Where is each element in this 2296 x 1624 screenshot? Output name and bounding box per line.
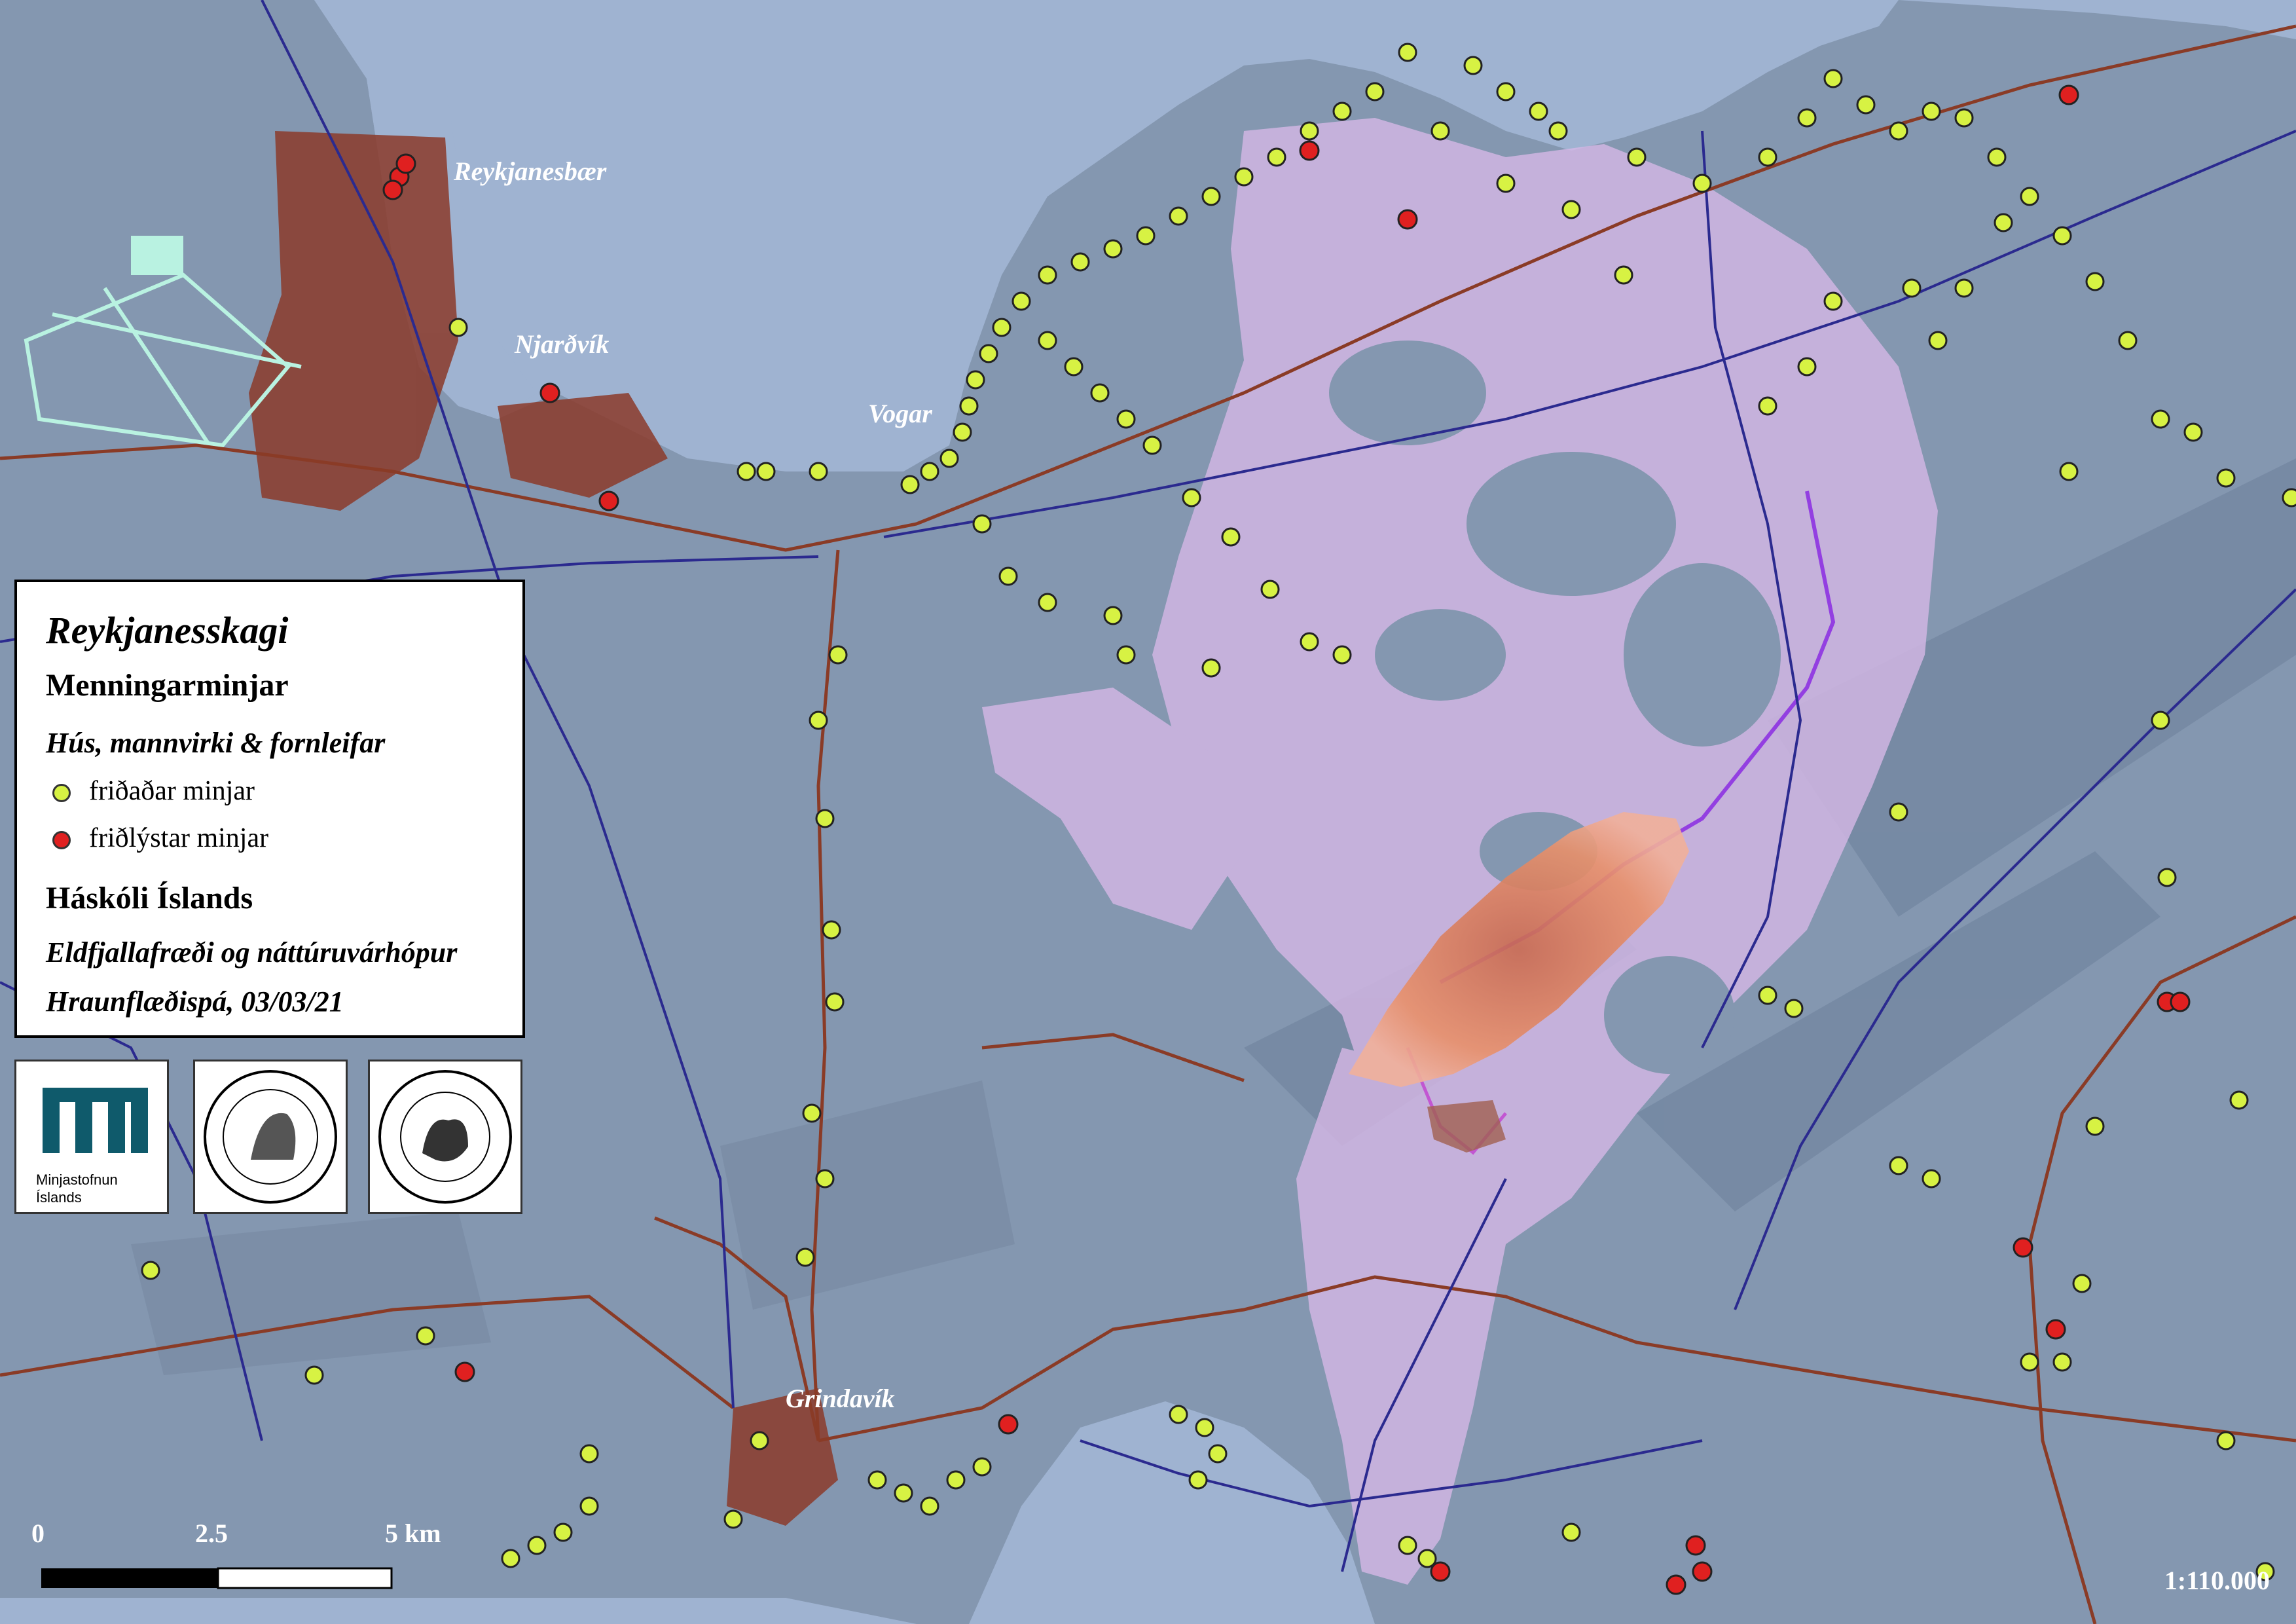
scale-bar [41, 1567, 393, 1589]
university-seal-logo [193, 1060, 348, 1214]
scale-label-5km: 5 km [385, 1519, 441, 1548]
fornleifastofnun-logo [368, 1060, 522, 1214]
minjastofnun-label: Minjastofnun [36, 1172, 118, 1188]
place-label-njardvik: Njarðvík [515, 329, 610, 359]
legend-item-label: friðlýstar minjar [89, 823, 269, 853]
sea-south-west [0, 1598, 917, 1624]
legend-title: Reykjanesskagi [46, 609, 289, 652]
scale-ratio: 1:110.000 [2164, 1566, 2270, 1595]
place-label-grindavik: Grindavík [786, 1384, 895, 1413]
legend-group: Eldfjallafræði og náttúruvárhópur [46, 936, 458, 969]
legend-heading: Menningarminjar [46, 668, 289, 703]
scale-label-2-5: 2.5 [195, 1519, 228, 1548]
place-label-reykjanesbaer: Reykjanesbær [454, 157, 607, 186]
minjastofnun-logo: Minjastofnun Íslands [14, 1060, 169, 1214]
legend-forecast: Hraunflæðispá, 03/03/21 [46, 986, 344, 1018]
map-legend: Reykjanesskagi Menningarminjar Hús, mann… [14, 580, 525, 1038]
green-circle-icon [52, 784, 71, 802]
legend-org: Háskóli Íslands [46, 881, 253, 915]
minjastofnun-label-2: Íslands [36, 1189, 82, 1206]
airport-terminal [131, 236, 183, 275]
legend-item-label: friðaðar minjar [89, 776, 255, 806]
red-circle-icon [52, 831, 71, 849]
scale-label-0: 0 [31, 1519, 45, 1548]
place-label-vogar: Vogar [868, 399, 932, 428]
legend-subheading: Hús, mannvirki & fornleifar [46, 727, 386, 759]
university-seal-icon [204, 1070, 337, 1204]
fornleifastofnun-seal-icon [378, 1070, 512, 1204]
